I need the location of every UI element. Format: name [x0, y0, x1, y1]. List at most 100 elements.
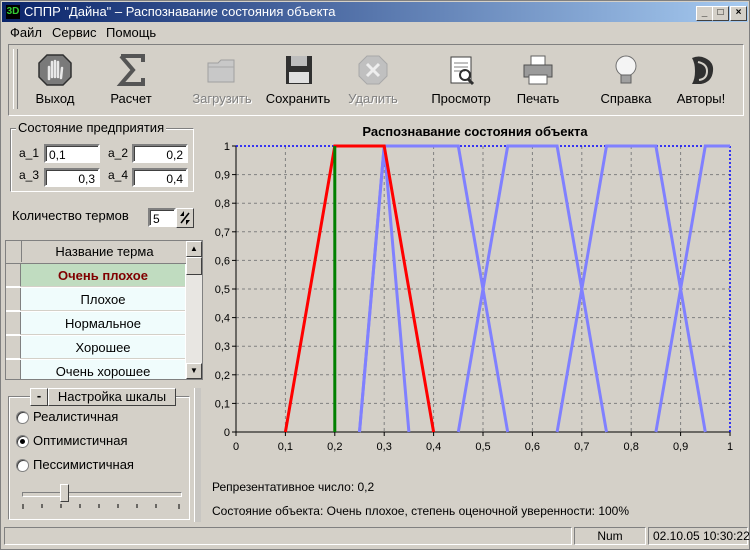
a3-label: a_3: [19, 168, 40, 182]
object-state: Состояние объекта: Очень плохое, степень…: [212, 504, 630, 518]
a2-field[interactable]: 0,2: [132, 144, 188, 163]
delete-label: Удалить: [348, 91, 398, 106]
x-tick-label: 0,3: [377, 441, 392, 453]
exit-button[interactable]: Выход: [23, 49, 87, 109]
radio-optimistic-label[interactable]: Оптимистичная: [33, 433, 128, 448]
y-tick-label: 0,4: [215, 313, 230, 325]
y-tick-label: 0,7: [215, 227, 230, 239]
exit-hand-icon: [38, 54, 72, 86]
scroll-up-arrow-icon[interactable]: ▲: [186, 241, 202, 257]
slider-ticks: [22, 504, 180, 509]
load-button[interactable]: Загрузить: [185, 49, 259, 109]
scale-settings-title[interactable]: Настройка шкалы: [48, 388, 176, 406]
y-tick-label: 0,8: [215, 198, 230, 210]
radio-pessimistic-label[interactable]: Пессимистичная: [33, 457, 134, 472]
a4-label: a_4: [108, 168, 129, 182]
status-main: [4, 527, 572, 545]
y-tick-label: 0,3: [215, 341, 230, 353]
term-cell[interactable]: Нормальное: [21, 312, 185, 335]
menu-help[interactable]: Помощь: [106, 25, 156, 40]
row-indicator: [6, 360, 21, 379]
save-button[interactable]: Сохранить: [261, 49, 335, 109]
a1-field[interactable]: 0,1: [44, 144, 100, 163]
minimize-button[interactable]: _: [696, 6, 713, 21]
left-panel-splitter[interactable]: [194, 388, 201, 522]
printer-icon: [523, 55, 553, 85]
x-tick-label: 0,8: [624, 441, 639, 453]
spinner-arrows-icon: [180, 211, 190, 225]
chart-title: Распознавание состояния объекта: [362, 124, 588, 139]
term-cell-selected[interactable]: Очень плохое: [21, 264, 185, 287]
delete-icon: [358, 55, 388, 85]
table-row[interactable]: Плохое: [6, 288, 187, 311]
preview-button[interactable]: Просмотр: [423, 49, 499, 109]
x-tick-label: 0,1: [278, 441, 293, 453]
x-tick-label: 0,7: [574, 441, 589, 453]
term-cell[interactable]: Хорошее: [21, 336, 185, 359]
scroll-thumb[interactable]: [186, 257, 202, 275]
state-group-title: Состояние предприятия: [16, 120, 167, 135]
exit-label: Выход: [35, 91, 75, 106]
y-tick-label: 0,9: [215, 170, 230, 182]
menu-bar: Файл Сервис Помощь: [2, 22, 748, 42]
calculate-button[interactable]: Расчет: [95, 49, 167, 109]
toolbar-handle[interactable]: [13, 49, 18, 109]
x-tick-label: 1: [727, 441, 733, 453]
a3-field[interactable]: 0,3: [44, 168, 100, 187]
x-tick-label: 0,5: [475, 441, 490, 453]
a4-field[interactable]: 0,4: [132, 168, 188, 187]
scale-slider-thumb[interactable]: [59, 484, 69, 502]
x-tick-label: 0: [233, 441, 239, 453]
print-button[interactable]: Печать: [503, 49, 573, 109]
terms-table-header: Название терма: [6, 241, 187, 264]
term-cell[interactable]: Плохое: [21, 288, 185, 311]
row-indicator: [6, 336, 21, 359]
gothic-d-icon: [692, 56, 714, 84]
radio-realistic-label[interactable]: Реалистичная: [33, 409, 118, 424]
help-button[interactable]: Справка: [591, 49, 661, 109]
app-icon: 3D: [6, 5, 20, 19]
y-tick-label: 0,2: [215, 370, 230, 382]
membership-chart: Распознавание состояния объекта 00 0,1 0,1…: [215, 124, 733, 453]
authors-button[interactable]: Авторы!: [665, 49, 737, 109]
folder-icon: [207, 59, 235, 83]
table-row[interactable]: Очень хорошее: [6, 360, 187, 379]
maximize-button[interactable]: □: [712, 6, 729, 21]
table-row[interactable]: Хорошее: [6, 336, 187, 359]
floppy-disk-icon: [286, 56, 312, 84]
header-term-name: Название терма: [55, 244, 154, 259]
representative-number: Репрезентативное число: 0,2: [212, 480, 375, 494]
menu-file[interactable]: Файл: [10, 25, 42, 40]
row-indicator: [6, 264, 21, 287]
table-row[interactable]: Нормальное: [6, 312, 187, 335]
preview-icon: [450, 56, 475, 86]
chart-area: Распознавание состояния объекта 0 0 0,1 0,1…: [208, 118, 742, 522]
terms-table-scrollbar[interactable]: ▲ ▼: [186, 241, 202, 379]
scroll-down-arrow-icon[interactable]: ▼: [186, 363, 202, 379]
row-indicator: [6, 288, 21, 311]
delete-button[interactable]: Удалить: [339, 49, 407, 109]
save-label: Сохранить: [265, 91, 331, 106]
radio-optimistic[interactable]: [16, 435, 29, 448]
close-button[interactable]: ×: [730, 6, 747, 21]
terms-count-spinner[interactable]: [176, 208, 194, 228]
radio-pessimistic[interactable]: [16, 459, 29, 472]
title-bar: 3D СППР "Дайна" – Распознавание состояни…: [2, 2, 748, 22]
x-tick-label: 0,4: [426, 441, 441, 453]
toolbar: Выход Расчет Загрузить Сохранить Удалить: [8, 44, 744, 116]
help-label: Справка: [600, 91, 652, 106]
terms-table: Название терма Очень плохое Плохое Норма…: [5, 240, 203, 380]
scale-collapse-button[interactable]: -: [30, 388, 48, 406]
scale-slider-track[interactable]: [22, 492, 182, 497]
header-indicator: [6, 241, 22, 262]
lightbulb-icon: [615, 55, 637, 84]
menu-service[interactable]: Сервис: [52, 25, 97, 40]
status-num: Num: [574, 527, 646, 545]
table-row[interactable]: Очень плохое: [6, 264, 187, 287]
status-datetime: 02.10.05 10:30:22: [648, 527, 750, 545]
radio-realistic[interactable]: [16, 411, 29, 424]
terms-count-field[interactable]: 5: [148, 208, 176, 227]
term-cell[interactable]: Очень хорошее: [21, 360, 185, 379]
terms-count-label: Количество термов: [12, 208, 129, 223]
load-label: Загрузить: [192, 91, 252, 106]
